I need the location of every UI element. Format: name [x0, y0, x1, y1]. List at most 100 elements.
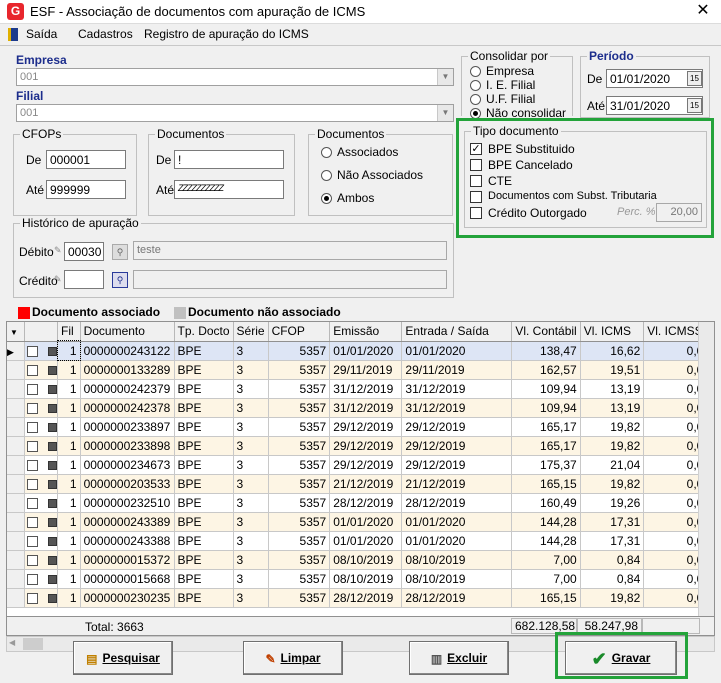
- chevron-down-icon[interactable]: ▼: [437, 105, 453, 121]
- credito-code-input[interactable]: [64, 270, 104, 289]
- col-documento[interactable]: Documento: [80, 322, 175, 342]
- vertical-scrollbar[interactable]: [698, 322, 714, 616]
- cell-vl-icms: 0,84: [580, 569, 645, 589]
- row-checkbox[interactable]: [24, 550, 59, 570]
- row-checkbox[interactable]: [24, 493, 59, 513]
- table-row[interactable]: 1 0000000243389 BPE 3 5357 01/01/2020 01/01/20…: [7, 512, 714, 532]
- radio-uf-filial[interactable]: [470, 94, 481, 105]
- scroll-left-icon[interactable]: ◀: [9, 638, 21, 650]
- radio-ie-filial[interactable]: [470, 80, 481, 91]
- col-indicator[interactable]: ▼: [7, 322, 26, 342]
- cfop-ate-input[interactable]: 999999: [46, 180, 126, 199]
- row-indicator[interactable]: [7, 379, 26, 399]
- scroll-thumb[interactable]: [23, 638, 43, 650]
- chevron-down-icon[interactable]: ▼: [437, 69, 453, 85]
- row-indicator[interactable]: [7, 493, 26, 513]
- row-checkbox[interactable]: [24, 341, 59, 361]
- row-checkbox[interactable]: [24, 569, 59, 589]
- limpar-button[interactable]: ✎ Limpar: [243, 641, 343, 675]
- cell-vl-icms: 19,82: [580, 436, 645, 456]
- row-checkbox[interactable]: [24, 588, 59, 608]
- table-row[interactable]: 1 0000000242379 BPE 3 5357 31/12/2019 31/12/20…: [7, 379, 714, 399]
- menu-item-registro[interactable]: Registro de apuração do ICMS: [144, 27, 309, 41]
- radio-associados[interactable]: [321, 147, 332, 158]
- row-indicator[interactable]: [7, 550, 26, 570]
- doc-de-label: De: [156, 153, 172, 167]
- radio-empresa[interactable]: [470, 66, 481, 77]
- menu-item-saida[interactable]: Saída: [26, 27, 57, 41]
- cell-vl-icms: 19,82: [580, 474, 645, 494]
- consolidar-nao-label: Não consolidar: [486, 106, 567, 117]
- row-checkbox[interactable]: [24, 531, 59, 551]
- row-checkbox[interactable]: [24, 436, 59, 456]
- row-checkbox[interactable]: [24, 398, 59, 418]
- row-checkbox[interactable]: [24, 512, 59, 532]
- cell-vl-icms: 19,82: [580, 417, 645, 437]
- table-row[interactable]: 1 0000000133289 BPE 3 5357 29/11/2019 29/11/20…: [7, 360, 714, 380]
- empresa-combo[interactable]: 001 ▼: [16, 68, 454, 86]
- row-indicator[interactable]: [7, 455, 26, 475]
- row-checkbox[interactable]: [24, 417, 59, 437]
- col-entrada-saida[interactable]: Entrada / Saída: [401, 322, 513, 342]
- gravar-highlight: [555, 632, 688, 679]
- row-checkbox[interactable]: [24, 474, 59, 494]
- broom-icon: ✎: [265, 651, 276, 666]
- row-indicator[interactable]: [7, 588, 26, 608]
- col-vl-contabil[interactable]: Vl. Contábil: [511, 322, 581, 342]
- row-indicator[interactable]: [7, 474, 26, 494]
- consolidar-uf-label: U.F. Filial: [486, 92, 536, 106]
- row-indicator[interactable]: [7, 417, 26, 437]
- row-checkbox[interactable]: [24, 455, 59, 475]
- row-indicator[interactable]: [7, 360, 26, 380]
- row-indicator[interactable]: [7, 512, 26, 532]
- row-indicator[interactable]: [7, 398, 26, 418]
- table-row[interactable]: 1 0000000232510 BPE 3 5357 28/12/2019 28/12/20…: [7, 493, 714, 513]
- col-serie[interactable]: Série: [233, 322, 269, 342]
- radio-nao-associados[interactable]: [321, 170, 332, 181]
- filial-combo[interactable]: 001 ▼: [16, 104, 454, 122]
- row-checkbox[interactable]: [24, 360, 59, 380]
- table-row[interactable]: 1 0000000234673 BPE 3 5357 29/12/2019 29/12/20…: [7, 455, 714, 475]
- calendar-icon[interactable]: 15: [687, 71, 702, 86]
- col-tp-docto[interactable]: Tp. Docto: [174, 322, 234, 342]
- table-row[interactable]: 1 0000000203533 BPE 3 5357 21/12/2019 21/12/20…: [7, 474, 714, 494]
- cell-cfop: 5357: [268, 341, 331, 361]
- table-row[interactable]: 1 0000000015372 BPE 3 5357 08/10/2019 08/10/20…: [7, 550, 714, 570]
- historico-group: Histórico de apuração Débito ✎ 00030 ⚲ t…: [13, 216, 454, 298]
- table-row[interactable]: ▶ 1 0000000243122 BPE 3 5357 01/01/2020 01/01/2…: [7, 340, 714, 361]
- table-row[interactable]: 1 0000000233897 BPE 3 5357 29/12/2019 29/12/20…: [7, 417, 714, 437]
- pesquisar-button[interactable]: ▤ Pesquisar: [73, 641, 173, 675]
- empresa-value: 001: [20, 71, 39, 83]
- row-pointer-icon[interactable]: ▶: [7, 341, 26, 361]
- table-row[interactable]: 1 0000000243388 BPE 3 5357 01/01/2020 01/01/20…: [7, 531, 714, 551]
- col-fil[interactable]: Fil: [57, 322, 81, 342]
- radio-ambos[interactable]: [321, 193, 332, 204]
- cell-vl-icms: 17,31: [580, 512, 645, 532]
- cell-documento: 0000000230235: [80, 588, 175, 608]
- cell-documento: 0000000243388: [80, 531, 175, 551]
- col-vl-icms[interactable]: Vl. ICMS: [580, 322, 645, 342]
- menu-item-cadastros[interactable]: Cadastros: [78, 27, 133, 41]
- col-emissao[interactable]: Emissão: [329, 322, 403, 342]
- doc-ate-label: Até: [156, 183, 175, 197]
- table-row[interactable]: 1 0000000242378 BPE 3 5357 31/12/2019 31/12/20…: [7, 398, 714, 418]
- doc-ate-input[interactable]: ZZZZZZZZZZ: [174, 180, 284, 199]
- cfop-de-input[interactable]: 000001: [46, 150, 126, 169]
- doc-de-input[interactable]: !: [174, 150, 284, 169]
- debito-code-input[interactable]: 00030: [64, 242, 104, 261]
- calendar-icon[interactable]: 15: [687, 98, 702, 113]
- row-checkbox[interactable]: [24, 379, 59, 399]
- close-icon[interactable]: ✕: [690, 0, 716, 22]
- table-row[interactable]: 1 0000000230235 BPE 3 5357 28/12/2019 28/12/20…: [7, 588, 714, 608]
- table-row[interactable]: 1 0000000233898 BPE 3 5357 29/12/2019 29/12/20…: [7, 436, 714, 456]
- row-indicator[interactable]: [7, 436, 26, 456]
- title-bar: G ESF - Associação de documentos com apu…: [0, 0, 721, 24]
- excluir-button[interactable]: ▥ Excluir: [409, 641, 509, 675]
- table-row[interactable]: 1 0000000015668 BPE 3 5357 08/10/2019 08/10/20…: [7, 569, 714, 589]
- cell-tp-docto: BPE: [174, 493, 234, 513]
- row-indicator[interactable]: [7, 531, 26, 551]
- binoculars-icon[interactable]: ⚲: [112, 244, 128, 260]
- binoculars-icon[interactable]: ⚲: [112, 272, 128, 288]
- col-cfop[interactable]: CFOP: [268, 322, 331, 342]
- row-indicator[interactable]: [7, 569, 26, 589]
